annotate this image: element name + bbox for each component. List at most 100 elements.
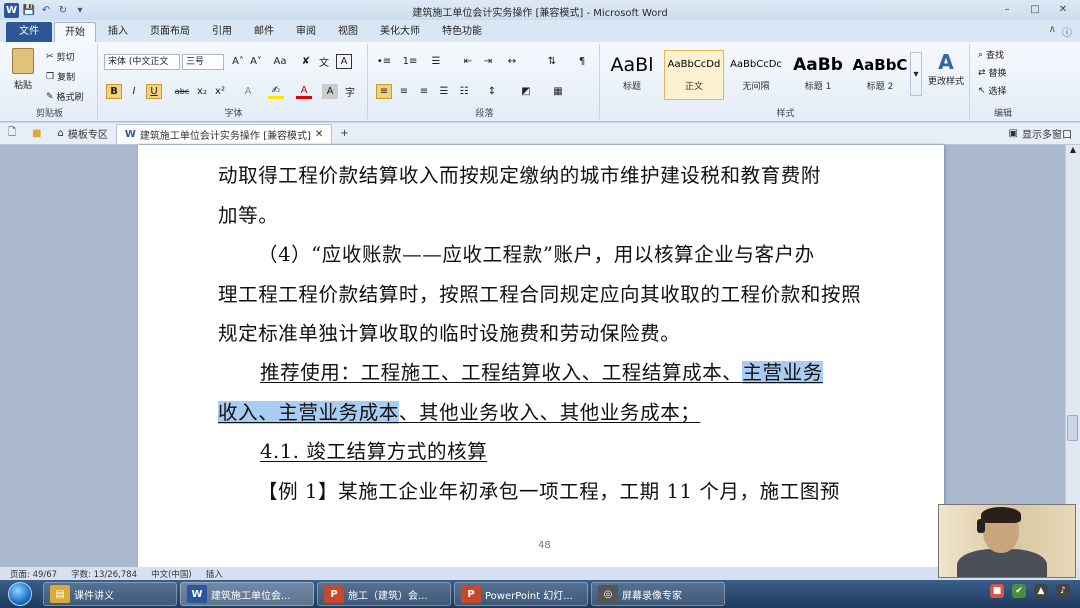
replace-button[interactable]: ⇄ 替换 (978, 66, 1007, 80)
document-page[interactable]: 动取得工程价款结算收入而按规定缴纳的城市维护建设税和教育费附 加等。 （4）“应… (138, 145, 944, 567)
sort-icon[interactable]: ⇅ (544, 54, 560, 69)
shading-icon[interactable]: ◩ (518, 84, 534, 99)
select-button[interactable]: ↖ 选择 (978, 84, 1007, 98)
tab-view[interactable]: 视图 (328, 22, 368, 42)
tab-mailings[interactable]: 邮件 (244, 22, 284, 42)
quick-access-toolbar: W 💾 ↶ ↻ ▾ (0, 2, 87, 18)
find-button[interactable]: ⌕ 查找 (978, 48, 1004, 62)
minimize-button[interactable]: – (994, 2, 1020, 16)
line-spacing-icon[interactable]: ↕ (484, 84, 500, 99)
tab-home[interactable]: 开始 (54, 22, 96, 42)
change-styles-icon: A (938, 50, 954, 74)
decrease-indent-icon[interactable]: ⇤ (460, 54, 476, 69)
font-size-select[interactable]: 三号 (182, 54, 224, 70)
close-tab-icon[interactable]: ✕ (315, 129, 323, 140)
editing-group-label: 编辑 (993, 109, 1012, 119)
format-painter-button[interactable]: ✎ 格式刷 (46, 90, 84, 104)
word-logo-icon[interactable]: W (4, 2, 19, 18)
enclose-char-icon[interactable]: 字 (342, 84, 358, 99)
numbering-icon[interactable]: 1≡ (402, 54, 418, 69)
char-border-icon[interactable]: A (336, 54, 352, 69)
page-count[interactable]: 页面: 49/67 (10, 568, 57, 580)
style-heading-1[interactable]: AaBb 标题 1 (788, 50, 848, 100)
text-effects-icon[interactable]: A (240, 84, 256, 99)
italic-button[interactable]: I (126, 84, 142, 99)
grow-font-icon[interactable]: A˄ (230, 54, 246, 69)
clipboard-group: 粘贴 ✂ 剪切 ❐ 复制 ✎ 格式刷 剪贴板 (2, 44, 98, 120)
superscript-button[interactable]: x² (212, 84, 228, 99)
volume-icon[interactable]: ♪ (1056, 584, 1070, 598)
bullets-icon[interactable]: •≡ (376, 54, 392, 69)
phonetic-guide-icon[interactable]: 文 (316, 54, 332, 69)
copy-button[interactable]: ❐ 复制 (46, 70, 75, 84)
tray-security-icon[interactable]: ✔ (1012, 584, 1026, 598)
new-doc-icon[interactable]: 🗋 (0, 124, 24, 144)
highlight-color-icon[interactable]: ✍ (268, 84, 284, 99)
open-folder-icon[interactable]: ■ (24, 124, 49, 144)
bold-button[interactable]: B (106, 84, 122, 99)
insert-mode[interactable]: 插入 (206, 568, 223, 580)
show-multi-window-button[interactable]: ▣ 显示多窗口 (1001, 124, 1080, 144)
style-no-spacing[interactable]: AaBbCcDc 无间隔 (726, 50, 786, 100)
tab-insert[interactable]: 插入 (98, 22, 138, 42)
subscript-button[interactable]: x₂ (194, 84, 210, 99)
underline-button[interactable]: U (146, 84, 162, 99)
undo-icon[interactable]: ↶ (39, 3, 53, 17)
taskbar-item-ppt-1[interactable]: P 施工（建筑）会... (317, 582, 451, 606)
increase-indent-icon[interactable]: ⇥ (480, 54, 496, 69)
tab-features[interactable]: 特色功能 (432, 22, 492, 42)
font-color-icon[interactable]: A (296, 84, 312, 99)
text-line: （4）“应收账款——应收工程款”账户，用以核算企业与客户办 (258, 243, 815, 266)
network-icon[interactable]: ▲ (1034, 584, 1048, 598)
language[interactable]: 中文(中国) (151, 568, 192, 580)
strikethrough-button[interactable]: abc (174, 84, 190, 99)
tab-references[interactable]: 引用 (202, 22, 242, 42)
tab-review[interactable]: 审阅 (286, 22, 326, 42)
redo-icon[interactable]: ↻ (56, 3, 70, 17)
tab-page-layout[interactable]: 页面布局 (140, 22, 200, 42)
start-button[interactable] (0, 580, 40, 608)
char-shading-icon[interactable]: A (322, 84, 338, 99)
save-icon[interactable]: 💾 (22, 3, 36, 17)
paste-button[interactable]: 粘贴 (8, 48, 38, 100)
borders-icon[interactable]: ▦ (550, 84, 566, 99)
minimize-ribbon-icon[interactable]: ∧ (1049, 24, 1056, 39)
justify-icon[interactable]: ☰ (436, 84, 452, 99)
style-title[interactable]: AaBl 标题 (602, 50, 662, 100)
taskbar-item-word[interactable]: W 建筑施工单位会... (180, 582, 314, 606)
align-center-icon[interactable]: ≡ (396, 84, 412, 99)
maximize-button[interactable]: □ (1022, 2, 1048, 16)
close-button[interactable]: ✕ (1050, 2, 1076, 16)
tab-file[interactable]: 文件 (6, 22, 52, 42)
tray-app-icon[interactable]: ■ (990, 584, 1004, 598)
shrink-font-icon[interactable]: A˅ (248, 54, 264, 69)
taskbar-item-ppt-2[interactable]: P PowerPoint 幻灯... (454, 582, 588, 606)
scroll-up-icon[interactable]: ▲ (1066, 145, 1080, 154)
help-icon[interactable]: ⓘ (1062, 24, 1072, 39)
word-count[interactable]: 字数: 13/26,784 (71, 568, 137, 580)
tab-current-document[interactable]: W 建筑施工单位会计实务操作 [兼容模式] ✕ (115, 123, 333, 144)
styles-scroll-icon[interactable]: ▾ (910, 52, 922, 96)
taskbar-item-folder[interactable]: ▤ 课件讲义 (43, 582, 177, 606)
change-styles-button[interactable]: A 更改样式 (924, 50, 968, 87)
scroll-thumb[interactable] (1067, 415, 1078, 441)
align-right-icon[interactable]: ≡ (416, 84, 432, 99)
style-heading-2[interactable]: AaBbC 标题 2 (850, 50, 910, 100)
show-marks-icon[interactable]: ¶ (574, 54, 590, 69)
chinese-layout-icon[interactable]: ↔ (504, 54, 520, 69)
change-case-icon[interactable]: Aa (272, 54, 288, 69)
clear-format-icon[interactable]: ✘ (298, 54, 314, 69)
tab-template-zone[interactable]: ⌂ 模板专区 (50, 124, 116, 144)
tab-beautify[interactable]: 美化大师 (370, 22, 430, 42)
distributed-icon[interactable]: ☷ (456, 84, 472, 99)
binoculars-icon: ⌕ (978, 49, 984, 60)
font-name-select[interactable]: 宋体 (中文正文 (104, 54, 180, 70)
taskbar-item-recorder[interactable]: ◎ 屏幕录像专家 (591, 582, 725, 606)
align-left-icon[interactable]: ≡ (376, 84, 392, 99)
multilevel-list-icon[interactable]: ☰ (428, 54, 444, 69)
customize-toolbar-icon[interactable]: ▾ (73, 3, 87, 17)
powerpoint-icon: P (324, 585, 344, 603)
style-normal[interactable]: AaBbCcDd 正文 (664, 50, 724, 100)
cut-button[interactable]: ✂ 剪切 (46, 50, 75, 64)
new-tab-icon[interactable]: + (332, 124, 356, 144)
